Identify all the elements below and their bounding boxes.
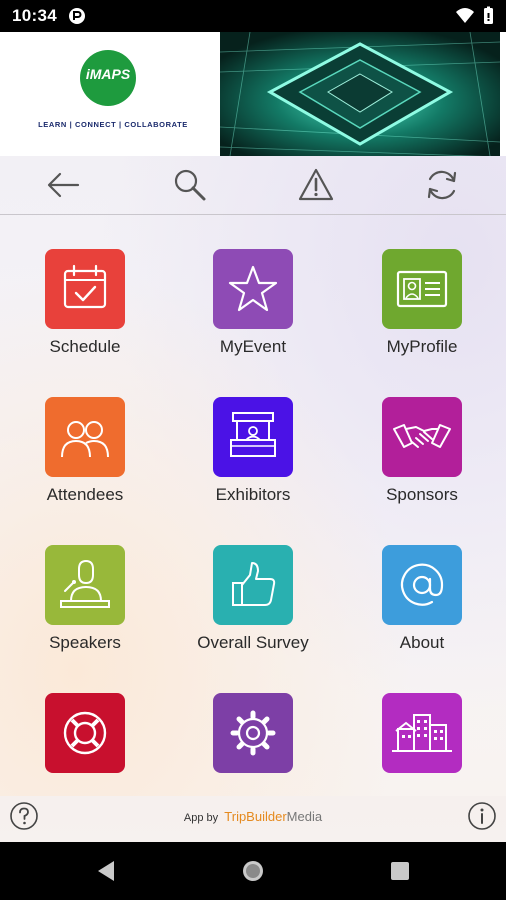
tile-settings[interactable] bbox=[188, 693, 318, 813]
star-icon bbox=[228, 265, 278, 312]
tile-sponsors[interactable]: Sponsors bbox=[357, 397, 487, 517]
tile-about[interactable]: About bbox=[357, 545, 487, 665]
calendar-check-icon bbox=[63, 264, 107, 309]
tile-label: Sponsors bbox=[386, 485, 458, 504]
refresh-icon bbox=[427, 170, 457, 200]
alert-icon bbox=[298, 168, 334, 201]
handshake-icon bbox=[393, 424, 451, 448]
brand-media: Media bbox=[286, 809, 323, 824]
tile-label: Exhibitors bbox=[215, 485, 291, 504]
tile-exhibitors[interactable]: Exhibitors bbox=[188, 397, 318, 517]
myevent-tile-icon bbox=[213, 249, 293, 329]
system-nav-bar bbox=[0, 842, 506, 900]
main-content: Schedule MyEvent MyProfile Attendees Exh… bbox=[0, 156, 506, 842]
back-button[interactable] bbox=[44, 165, 84, 205]
tile-label: Schedule bbox=[49, 337, 121, 356]
tile-attendees[interactable]: Attendees bbox=[20, 397, 150, 517]
refresh-button[interactable] bbox=[422, 165, 462, 205]
people-icon bbox=[61, 421, 109, 458]
attendees-tile-icon bbox=[45, 397, 125, 477]
settings-tile-icon bbox=[213, 693, 293, 773]
help-desk-tile-icon bbox=[45, 693, 125, 773]
sponsors-tile-icon bbox=[382, 397, 462, 477]
status-bar: 10:34 bbox=[0, 0, 506, 32]
schedule-tile-icon bbox=[45, 249, 125, 329]
lifebuoy-icon bbox=[63, 711, 107, 755]
gear-icon bbox=[230, 710, 276, 756]
footer-credit[interactable]: App by TripBuilderMedia bbox=[150, 809, 356, 824]
search-icon bbox=[174, 169, 206, 201]
tile-label: MyEvent bbox=[219, 337, 287, 356]
back-arrow-icon bbox=[47, 172, 80, 198]
tile-myevent[interactable]: MyEvent bbox=[188, 249, 318, 369]
tile-help-desk[interactable] bbox=[20, 693, 150, 813]
overall-survey-tile-icon bbox=[213, 545, 293, 625]
info-icon[interactable] bbox=[467, 801, 497, 831]
banner-ad[interactable]: iMAPS LEARN | CONNECT | COLLABORATE bbox=[0, 32, 506, 156]
exhibitors-tile-icon bbox=[213, 397, 293, 477]
at-sign-icon bbox=[400, 563, 444, 606]
tile-label: MyProfile bbox=[386, 337, 458, 356]
logo-text: iMAPS bbox=[85, 66, 131, 82]
chip-image bbox=[220, 32, 500, 156]
id-card-icon bbox=[396, 270, 448, 308]
logo-tagline: LEARN | CONNECT | COLLABORATE bbox=[38, 120, 188, 129]
brand-tripbuilder: TripBuilder bbox=[224, 809, 287, 824]
nav-home-icon[interactable] bbox=[241, 859, 265, 883]
help-icon[interactable] bbox=[9, 801, 39, 831]
speakers-tile-icon bbox=[45, 545, 125, 625]
speaker-podium-icon bbox=[60, 559, 110, 608]
toolbar bbox=[0, 156, 506, 215]
tile-speakers[interactable]: Speakers bbox=[20, 545, 150, 665]
buildings-icon bbox=[392, 714, 452, 752]
tile-schedule[interactable]: Schedule bbox=[20, 249, 150, 369]
wifi-battery-icon bbox=[456, 6, 493, 24]
venue-tile-icon bbox=[382, 693, 462, 773]
tile-overall-survey[interactable]: Overall Survey bbox=[188, 545, 318, 665]
nav-back-icon[interactable] bbox=[94, 859, 118, 883]
about-tile-icon bbox=[382, 545, 462, 625]
thumbs-up-icon bbox=[232, 562, 276, 606]
footer: App by TripBuilderMedia bbox=[0, 796, 506, 842]
app-notification-icon bbox=[69, 8, 85, 24]
search-button[interactable] bbox=[170, 165, 210, 205]
logo-circle: iMAPS bbox=[80, 50, 136, 106]
nav-recents-icon[interactable] bbox=[388, 859, 412, 883]
tile-label: About bbox=[399, 633, 445, 652]
app-by-text: App by bbox=[183, 812, 219, 824]
myprofile-tile-icon bbox=[382, 249, 462, 329]
booth-icon bbox=[230, 412, 276, 457]
tile-venue[interactable] bbox=[357, 693, 487, 813]
tile-label: Overall Survey bbox=[197, 633, 309, 652]
alert-button[interactable] bbox=[296, 165, 336, 205]
status-time: 10:34 bbox=[12, 6, 57, 25]
tile-label: Attendees bbox=[46, 485, 124, 504]
imaps-logo: iMAPS LEARN | CONNECT | COLLABORATE bbox=[8, 32, 218, 156]
tile-label: Speakers bbox=[49, 633, 121, 652]
tile-myprofile[interactable]: MyProfile bbox=[357, 249, 487, 369]
